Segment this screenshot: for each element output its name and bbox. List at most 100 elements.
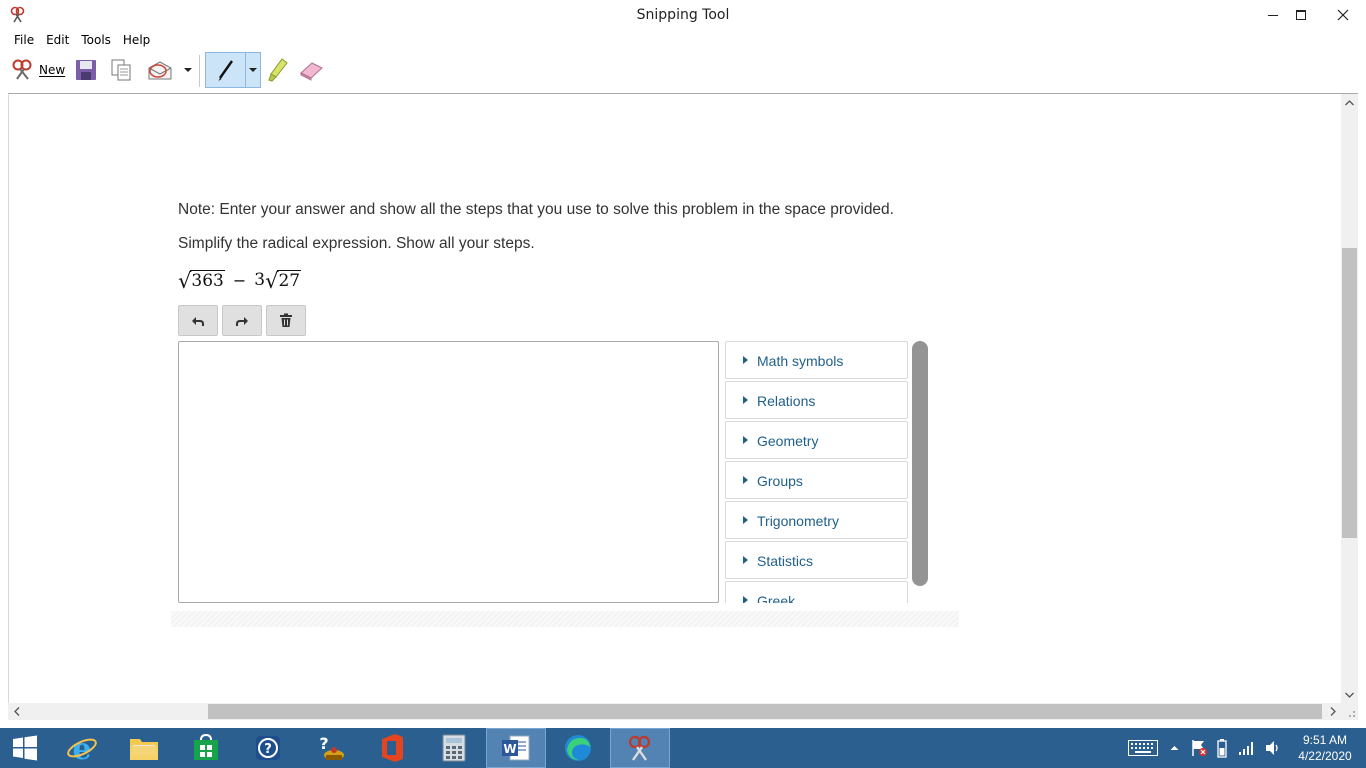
palette-geometry[interactable]: Geometry bbox=[725, 421, 908, 459]
toolbar-separator bbox=[199, 55, 200, 87]
clear-button[interactable] bbox=[266, 305, 306, 336]
pen-dropdown[interactable] bbox=[246, 52, 261, 88]
horizontal-scrollbar[interactable] bbox=[8, 703, 1341, 720]
palette-statistics[interactable]: Statistics bbox=[725, 541, 908, 579]
vertical-scroll-thumb[interactable] bbox=[1342, 248, 1357, 538]
touch-keyboard-button[interactable] bbox=[1126, 728, 1160, 768]
snipping-tool-icon bbox=[628, 735, 651, 761]
chevron-down-icon bbox=[1345, 692, 1354, 698]
new-snip-button[interactable]: New bbox=[8, 52, 66, 88]
palette-relations[interactable]: Relations bbox=[725, 381, 908, 419]
show-hidden-icons-button[interactable] bbox=[1166, 728, 1182, 768]
clock-time: 9:51 AM bbox=[1302, 733, 1348, 747]
eraser-button[interactable] bbox=[296, 52, 326, 88]
scroll-right-button[interactable] bbox=[1324, 703, 1341, 720]
radical-expression: √ 363 − 3 √ 27 bbox=[178, 266, 302, 294]
eraser-icon bbox=[300, 62, 323, 81]
internet-explorer-icon: e bbox=[67, 732, 97, 764]
palette-math-symbols[interactable]: Math symbols bbox=[725, 341, 908, 379]
palette-item-label: Math symbols bbox=[757, 353, 844, 369]
vertical-scrollbar[interactable] bbox=[1341, 94, 1358, 703]
radicand-2: 27 bbox=[277, 270, 302, 291]
taskbar-calculator[interactable] bbox=[424, 728, 484, 768]
taskbar-file-explorer[interactable] bbox=[114, 728, 174, 768]
highlighter-button[interactable] bbox=[264, 52, 292, 88]
keyboard-icon bbox=[1128, 740, 1158, 756]
answer-input[interactable] bbox=[178, 341, 719, 603]
maximize-button[interactable] bbox=[1278, 0, 1324, 30]
palette-trigonometry[interactable]: Trigonometry bbox=[725, 501, 908, 539]
horizontal-scroll-thumb[interactable] bbox=[208, 704, 1322, 719]
palette-item-label: Trigonometry bbox=[757, 513, 839, 529]
menu-edit[interactable]: Edit bbox=[40, 30, 75, 51]
taskbar-get-help[interactable]: ? bbox=[300, 728, 360, 768]
menu-help[interactable]: Help bbox=[117, 30, 156, 51]
copy-button[interactable] bbox=[107, 52, 135, 88]
action-center-icon[interactable] bbox=[1188, 728, 1210, 768]
scroll-down-button[interactable] bbox=[1341, 686, 1358, 703]
svg-text:W: W bbox=[503, 742, 516, 756]
scroll-up-button[interactable] bbox=[1341, 94, 1358, 111]
scroll-left-button[interactable] bbox=[8, 703, 25, 720]
svg-text:?: ? bbox=[319, 734, 328, 753]
redo-button[interactable] bbox=[222, 305, 262, 336]
menu-bar: File Edit Tools Help bbox=[0, 30, 1366, 51]
battery-icon[interactable] bbox=[1212, 728, 1232, 768]
envelope-icon bbox=[148, 61, 172, 80]
taskbar-help[interactable]: ? bbox=[238, 728, 298, 768]
resize-grip[interactable] bbox=[1341, 703, 1358, 720]
copy-icon bbox=[111, 59, 131, 81]
scissors-icon bbox=[12, 59, 32, 80]
taskbar-snipping-tool[interactable] bbox=[610, 728, 670, 768]
operator: − bbox=[232, 270, 247, 290]
caret-right-icon bbox=[743, 356, 748, 364]
chevron-right-icon bbox=[1330, 707, 1336, 716]
palette-greek[interactable]: Greek bbox=[725, 581, 908, 603]
new-snip-label: New bbox=[39, 63, 66, 77]
content-footer-strip bbox=[171, 611, 959, 627]
taskbar-edge[interactable] bbox=[548, 728, 608, 768]
pen-button[interactable] bbox=[205, 52, 246, 88]
taskbar: e ? ? W 9:51 AM 4/22/2020 bbox=[0, 728, 1366, 768]
send-snip-dropdown[interactable] bbox=[180, 52, 196, 88]
toolbar: New bbox=[0, 51, 1366, 93]
taskbar-word[interactable]: W bbox=[486, 728, 546, 768]
palette-item-label: Groups bbox=[757, 473, 803, 489]
send-snip-button[interactable] bbox=[144, 52, 176, 88]
radical-sign: √ bbox=[265, 269, 279, 293]
caret-right-icon bbox=[743, 596, 748, 603]
undo-button[interactable] bbox=[178, 305, 218, 336]
caret-right-icon bbox=[743, 476, 748, 484]
store-icon bbox=[194, 734, 218, 760]
volume-icon[interactable] bbox=[1262, 728, 1284, 768]
pen-icon bbox=[218, 60, 233, 81]
caret-right-icon bbox=[743, 396, 748, 404]
taskbar-internet-explorer[interactable]: e bbox=[52, 728, 112, 768]
folder-icon bbox=[130, 739, 158, 760]
undo-icon bbox=[192, 316, 204, 326]
maximize-icon bbox=[1296, 10, 1306, 20]
taskbar-office[interactable] bbox=[362, 728, 422, 768]
radical-1: √ 363 bbox=[178, 269, 225, 293]
office-icon bbox=[382, 734, 403, 762]
word-icon: W bbox=[502, 735, 530, 761]
close-icon bbox=[1337, 9, 1349, 21]
palette-groups[interactable]: Groups bbox=[725, 461, 908, 499]
menu-file[interactable]: File bbox=[8, 30, 40, 51]
palette-scrollbar[interactable] bbox=[912, 341, 928, 586]
symbol-palette: Math symbols Relations Geometry Groups T… bbox=[725, 341, 909, 603]
close-button[interactable] bbox=[1320, 0, 1366, 30]
chevron-up-icon bbox=[1345, 99, 1354, 105]
floppy-disk-icon bbox=[76, 60, 96, 80]
start-button[interactable] bbox=[0, 728, 50, 768]
save-button[interactable] bbox=[72, 52, 100, 88]
taskbar-clock[interactable]: 9:51 AM 4/22/2020 bbox=[1290, 732, 1360, 764]
taskbar-store[interactable] bbox=[176, 728, 236, 768]
network-icon[interactable] bbox=[1236, 728, 1258, 768]
radical-sign: √ bbox=[178, 269, 192, 293]
menu-tools[interactable]: Tools bbox=[75, 30, 117, 51]
calculator-icon bbox=[442, 734, 466, 762]
palette-item-label: Statistics bbox=[757, 553, 814, 569]
chevron-down-icon bbox=[184, 68, 192, 72]
caret-right-icon bbox=[743, 436, 748, 444]
